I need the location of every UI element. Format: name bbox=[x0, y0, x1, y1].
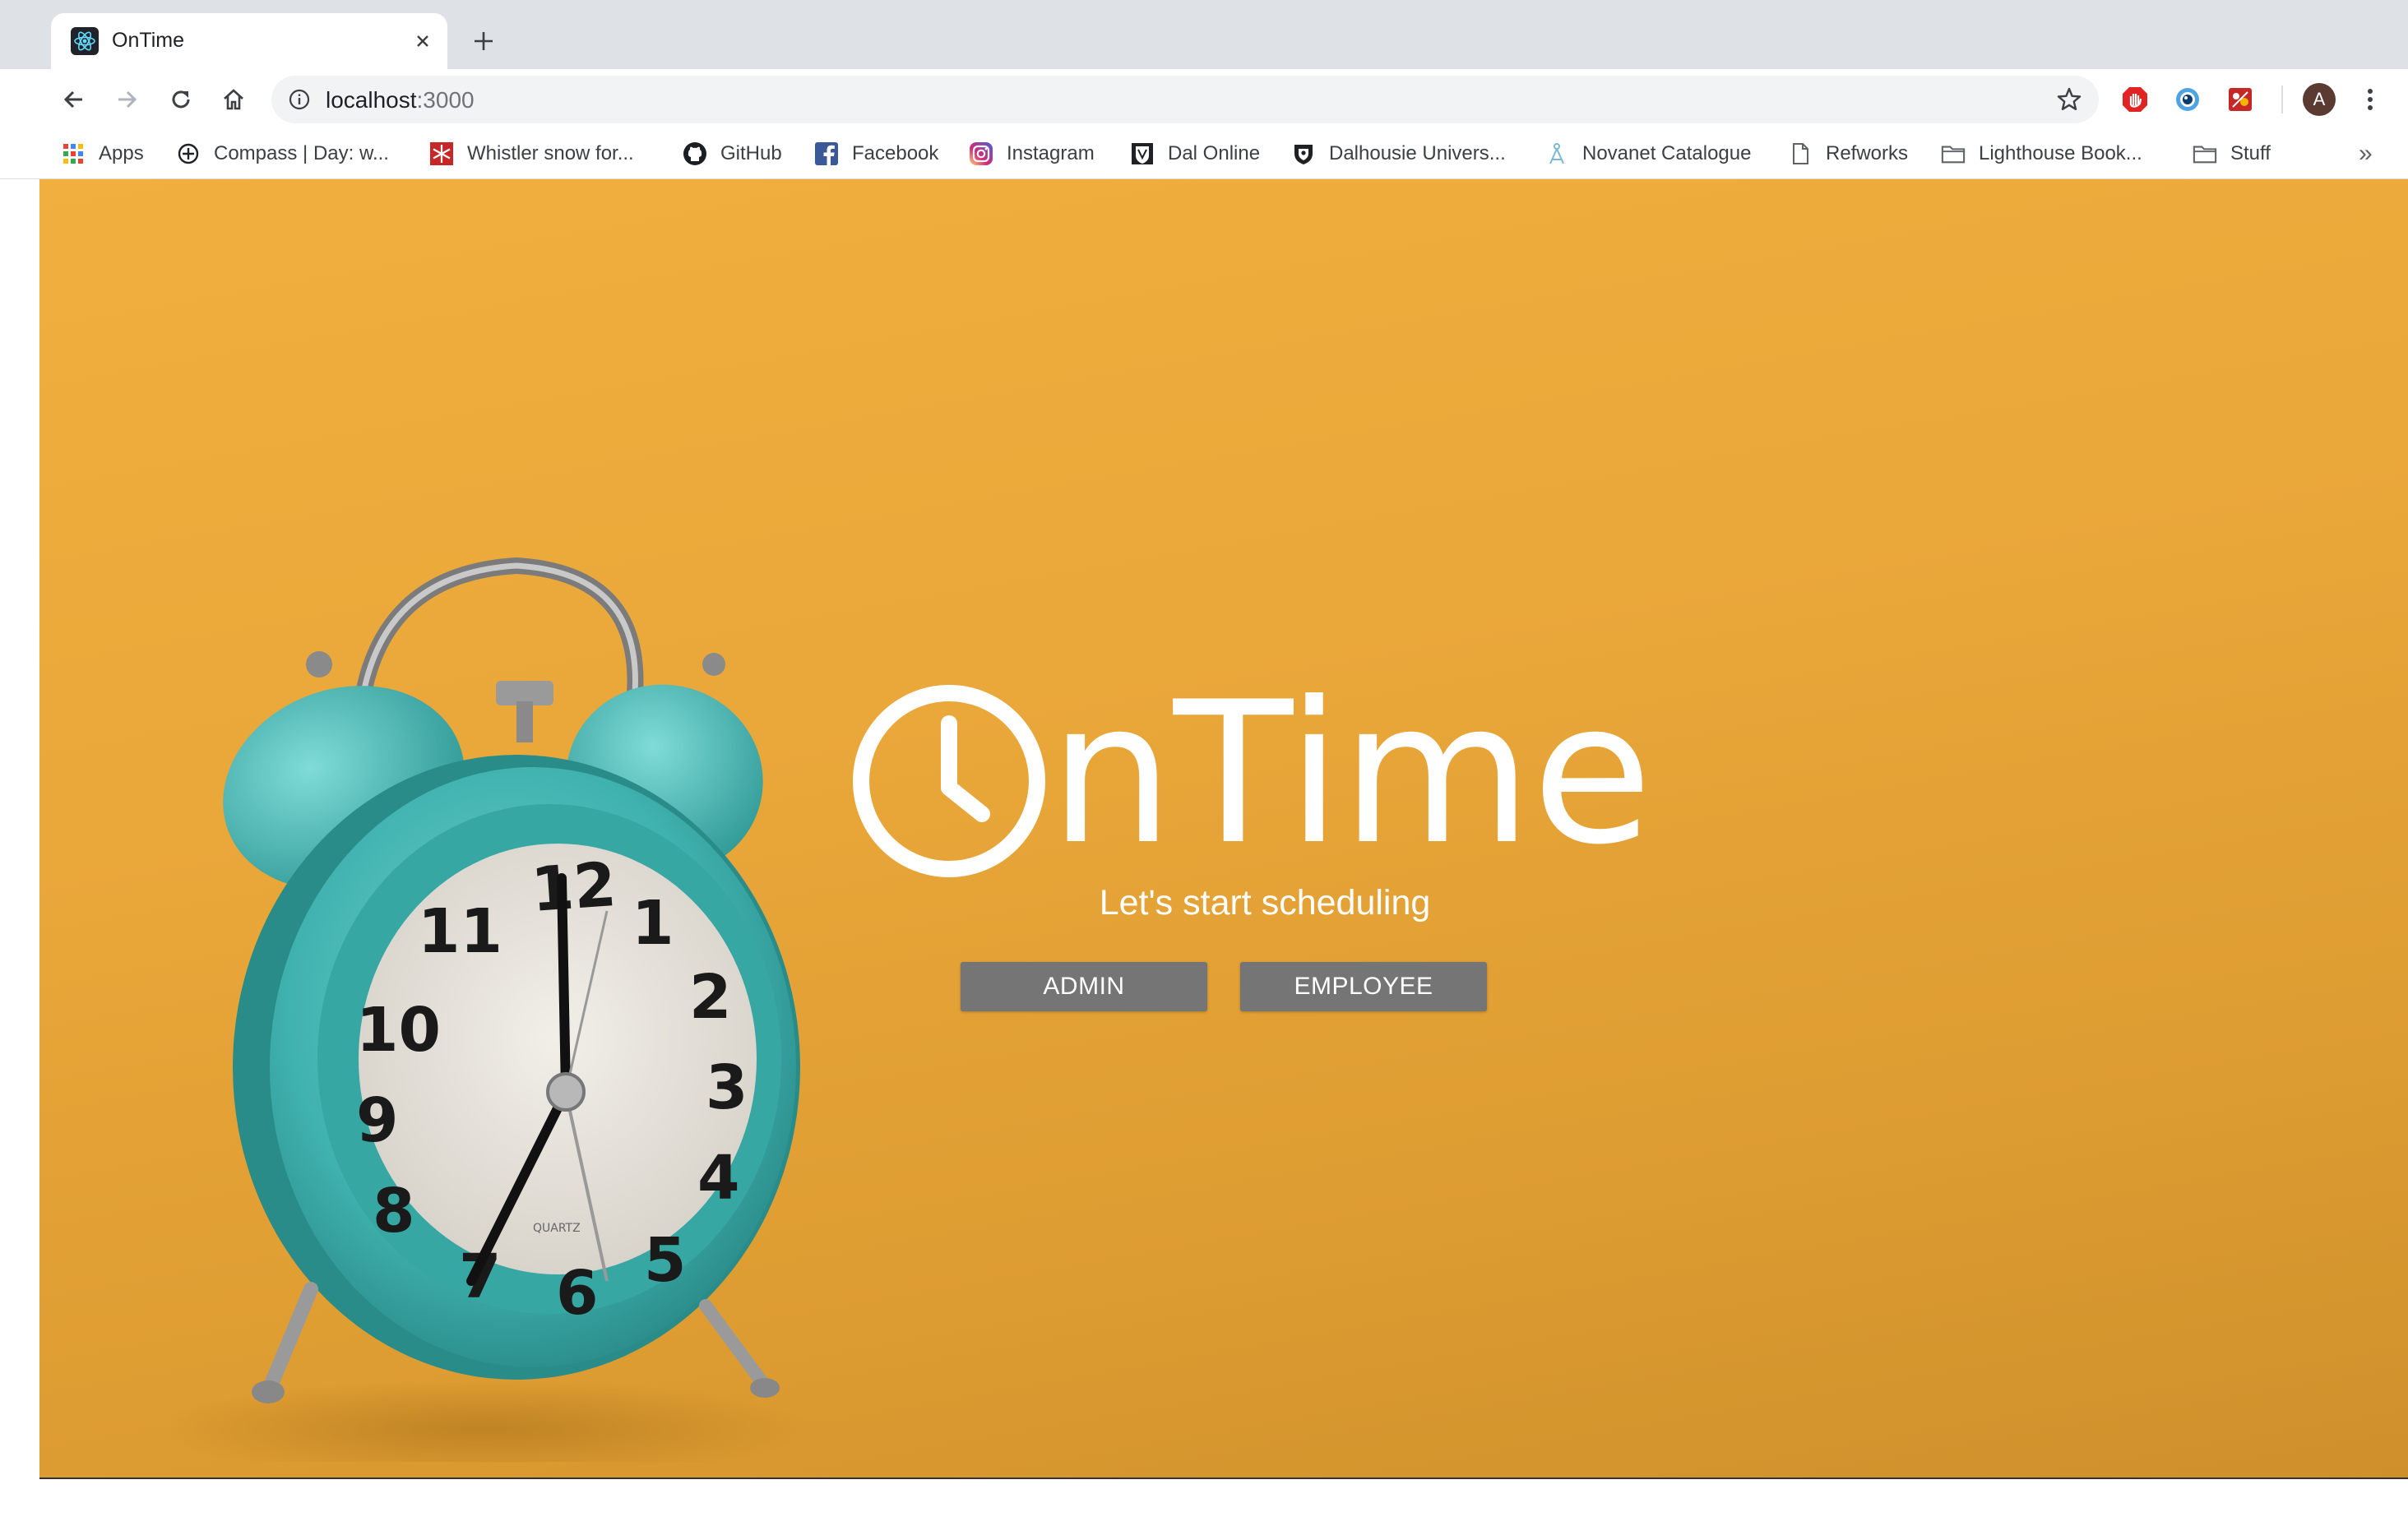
svg-text:9: 9 bbox=[356, 1085, 399, 1156]
svg-text:QUARTZ: QUARTZ bbox=[533, 1222, 581, 1235]
menu-button[interactable] bbox=[2355, 83, 2385, 116]
home-icon bbox=[224, 89, 243, 110]
bookmark-label: Stuff bbox=[2230, 142, 2271, 164]
svg-text:6: 6 bbox=[556, 1258, 599, 1329]
clock-logo-icon bbox=[853, 685, 1045, 877]
bookmark-label: Dal Online bbox=[1168, 142, 1261, 164]
back-button[interactable] bbox=[58, 83, 90, 116]
bookmark-dalhousie[interactable]: Dalhousie Univers... bbox=[1291, 135, 1506, 173]
arrow-right-icon bbox=[118, 90, 137, 109]
tab-title: OnTime bbox=[112, 29, 184, 52]
reload-button[interactable] bbox=[164, 83, 197, 116]
close-icon[interactable] bbox=[410, 28, 436, 54]
avatar-initial: A bbox=[2313, 89, 2326, 109]
adblock-extension-icon[interactable] bbox=[2119, 83, 2151, 116]
bookmark-github[interactable]: GitHub bbox=[683, 135, 782, 173]
facebook-icon bbox=[814, 141, 839, 166]
folder-icon bbox=[2193, 141, 2217, 166]
toolbar-separator bbox=[2281, 86, 2283, 113]
page-left-margin bbox=[0, 179, 39, 1478]
snowflake-icon bbox=[429, 141, 454, 166]
star-icon[interactable] bbox=[2056, 86, 2082, 113]
avatar[interactable]: A bbox=[2303, 83, 2336, 116]
browser-tab[interactable]: OnTime bbox=[51, 13, 447, 69]
browser-toolbar: localhost:3000 A bbox=[0, 69, 2408, 130]
folder-icon bbox=[1941, 141, 1966, 166]
bookmark-label: Apps bbox=[99, 142, 144, 164]
bookmark-label: Lighthouse Book... bbox=[1979, 142, 2142, 164]
forward-button[interactable] bbox=[110, 83, 143, 116]
svg-text:10: 10 bbox=[356, 995, 441, 1066]
react-icon bbox=[71, 27, 99, 55]
bookmark-apps[interactable]: Apps bbox=[61, 135, 144, 173]
arrow-left-icon bbox=[63, 90, 82, 109]
svg-text:7: 7 bbox=[459, 1242, 502, 1312]
bookmark-label: Compass | Day: w... bbox=[214, 142, 389, 164]
bookmark-instagram[interactable]: Instagram bbox=[969, 135, 1095, 173]
svg-text:4: 4 bbox=[697, 1143, 740, 1214]
bookmark-refworks[interactable]: Refworks bbox=[1788, 135, 1908, 173]
svg-text:5: 5 bbox=[644, 1225, 687, 1296]
alarm-clock-image: 12 1 2 3 4 5 6 7 8 9 10 11 QUARTZ bbox=[171, 557, 813, 1462]
svg-text:11: 11 bbox=[418, 896, 502, 967]
puzzle-extension-icon[interactable] bbox=[2224, 83, 2257, 116]
bookmark-novanet[interactable]: Novanet Catalogue bbox=[1544, 135, 1751, 173]
logo-text: nTime bbox=[1049, 660, 1653, 888]
svg-text:1: 1 bbox=[632, 888, 674, 959]
info-icon[interactable] bbox=[288, 88, 311, 111]
bookmark-whistler[interactable]: Whistler snow for... bbox=[429, 135, 634, 173]
bookmark-folder-stuff[interactable]: Stuff bbox=[2193, 135, 2271, 173]
novanet-icon bbox=[1544, 141, 1569, 166]
apps-grid-icon bbox=[61, 141, 86, 166]
url-text[interactable]: localhost:3000 bbox=[326, 87, 475, 113]
eye-extension-icon[interactable] bbox=[2171, 83, 2204, 116]
svg-text:2: 2 bbox=[689, 962, 732, 1033]
ontime-logo: nTime bbox=[852, 660, 1691, 888]
dal-shield-icon bbox=[1130, 141, 1155, 166]
bookmark-label: Refworks bbox=[1826, 142, 1909, 164]
svg-text:8: 8 bbox=[373, 1176, 415, 1246]
admin-button[interactable]: ADMIN bbox=[961, 962, 1207, 1011]
more-bookmarks-button[interactable]: » bbox=[2359, 140, 2373, 168]
url-host: localhost bbox=[326, 87, 417, 113]
tab-strip: OnTime bbox=[0, 0, 2408, 69]
bookmark-dal-online[interactable]: Dal Online bbox=[1130, 135, 1260, 173]
bookmark-label: GitHub bbox=[720, 142, 782, 164]
bookmark-label: Facebook bbox=[852, 142, 939, 164]
github-icon bbox=[683, 141, 707, 166]
bookmark-folder-lighthouse[interactable]: Lighthouse Book... bbox=[1941, 135, 2142, 173]
viewport-bottom-border bbox=[39, 1477, 2408, 1479]
shield-icon bbox=[1291, 141, 1316, 166]
bookmarks-bar: Apps Compass | Day: w... Whistler snow f… bbox=[0, 130, 2408, 179]
svg-text:3: 3 bbox=[706, 1052, 748, 1123]
reload-icon bbox=[172, 90, 190, 109]
new-tab-button[interactable] bbox=[467, 25, 500, 58]
tagline: Let's start scheduling bbox=[1099, 883, 1431, 923]
bookmark-compass[interactable]: Compass | Day: w... bbox=[176, 135, 389, 173]
bookmark-label: Instagram bbox=[1007, 142, 1095, 164]
bookmark-label: Novanet Catalogue bbox=[1582, 142, 1752, 164]
bookmark-facebook[interactable]: Facebook bbox=[814, 135, 938, 173]
instagram-icon bbox=[969, 141, 993, 166]
url-port: :3000 bbox=[416, 87, 475, 113]
bookmark-label: Dalhousie Univers... bbox=[1329, 142, 1506, 164]
address-bar[interactable]: localhost:3000 bbox=[271, 76, 2099, 123]
home-button[interactable] bbox=[217, 83, 250, 116]
more-vertical-icon bbox=[2368, 89, 2373, 110]
hero-background: 12 1 2 3 4 5 6 7 8 9 10 11 QUARTZ nTime … bbox=[39, 179, 2408, 1478]
page-icon bbox=[1788, 141, 1813, 166]
bookmark-label: Whistler snow for... bbox=[467, 142, 634, 164]
employee-button[interactable]: EMPLOYEE bbox=[1240, 962, 1487, 1011]
compass-icon bbox=[176, 141, 201, 166]
